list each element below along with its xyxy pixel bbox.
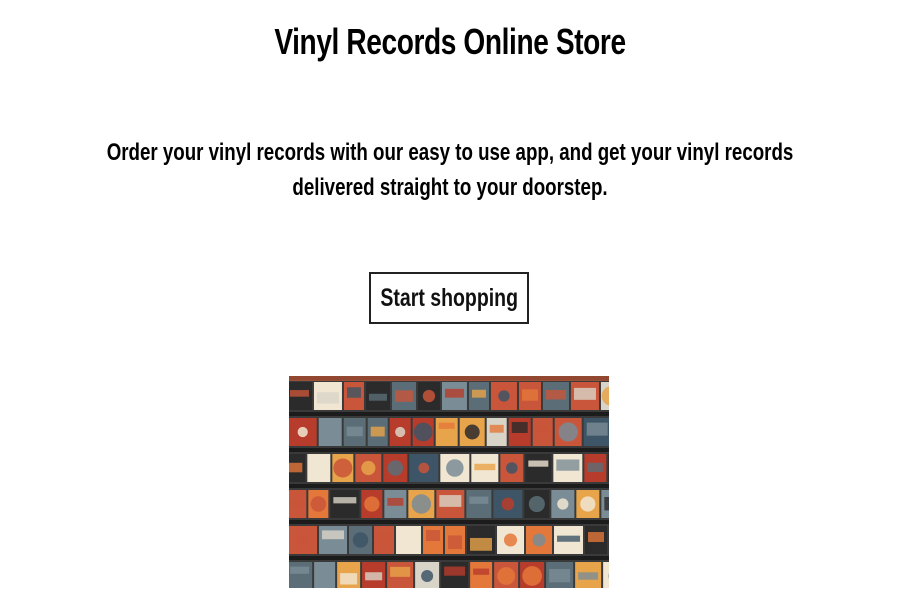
sleeve-art: [361, 460, 376, 476]
sleeve-art: [421, 569, 434, 583]
record-sleeve: [289, 562, 313, 588]
sleeve-art: [473, 568, 490, 575]
sleeve-art: [535, 425, 550, 432]
sleeve-art: [464, 424, 480, 440]
start-shopping-label: Start shopping: [380, 283, 518, 312]
sleeve-art: [439, 495, 462, 507]
sleeve-art: [322, 530, 345, 540]
record-sleeve: [319, 526, 348, 554]
sleeve-art: [289, 462, 303, 473]
sleeve-art: [365, 572, 383, 581]
record-store-photo: [289, 376, 609, 588]
sleeve-art: [522, 566, 542, 586]
sleeve-art: [333, 497, 357, 504]
sleeve-art: [556, 459, 580, 471]
sleeve-art: [588, 532, 605, 543]
sleeve-art: [321, 427, 339, 440]
record-shelves-illustration: [289, 376, 609, 588]
record-sleeve: [603, 562, 609, 588]
record-sleeve: [608, 454, 609, 482]
record-sleeve: [532, 418, 553, 446]
sleeve-art: [297, 534, 308, 546]
hero-tagline-line-1: Order your vinyl records with our easy t…: [106, 139, 794, 166]
sleeve-art: [411, 494, 432, 514]
sleeve-art: [532, 533, 546, 547]
sleeve-art: [297, 426, 308, 438]
sleeve-art: [370, 426, 385, 437]
sleeve-art: [387, 460, 404, 476]
sleeve-art: [506, 462, 518, 474]
hero-tagline-line-2: delivered straight to your doorstep.: [292, 174, 608, 201]
sleeve-art: [549, 569, 571, 583]
sleeve-art: [528, 460, 549, 467]
sleeve-art: [422, 389, 436, 403]
sleeve-art: [497, 567, 516, 585]
sleeve-art: [311, 460, 326, 476]
hero-tagline: Order your vinyl records with our easy t…: [99, 135, 801, 205]
sleeve-art: [310, 496, 327, 512]
sleeve-art: [346, 426, 363, 437]
sleeve-art: [580, 496, 596, 512]
sleeve-art: [578, 572, 599, 580]
sleeve-art: [511, 422, 528, 433]
sleeve-art: [474, 463, 496, 471]
sleeve-art: [346, 387, 361, 398]
sleeve-art: [368, 393, 387, 401]
sleeve-art: [604, 497, 609, 511]
sleeve-art: [444, 566, 466, 576]
sleeve-art: [503, 533, 518, 547]
record-sleeve: [525, 454, 552, 482]
sleeve-art: [333, 458, 353, 478]
record-sleeve: [435, 418, 458, 446]
sleeve-art: [289, 390, 309, 397]
sleeve-art: [352, 532, 369, 548]
sleeve-art: [289, 498, 304, 507]
sleeve-art: [340, 573, 358, 585]
sleeve-art: [364, 496, 380, 512]
sleeve-art: [470, 537, 493, 551]
record-sleeve: [470, 562, 493, 588]
sleeve-art: [395, 426, 406, 438]
sleeve-art: [317, 566, 333, 577]
sleeve-art: [557, 535, 581, 542]
sleeve-art: [471, 389, 486, 398]
sleeve-art: [377, 532, 392, 541]
sleeve-art: [469, 496, 489, 504]
sleeve-art: [586, 422, 608, 436]
record-sleeve: [466, 490, 492, 518]
sleeve-art: [413, 422, 433, 442]
sleeve-art: [394, 390, 413, 402]
start-shopping-button[interactable]: Start shopping: [369, 272, 529, 324]
sleeve-art: [573, 387, 596, 400]
record-sleeve: [330, 490, 360, 518]
sleeve-art: [521, 389, 538, 401]
sleeve-art: [489, 424, 504, 433]
sleeve-art: [316, 392, 339, 404]
sleeve-art: [444, 388, 464, 398]
sleeve-art: [501, 497, 515, 511]
sleeve-art: [399, 535, 419, 546]
sleeve-art: [290, 566, 310, 574]
sleeve-art: [426, 530, 441, 541]
sleeve-art: [448, 535, 463, 550]
sleeve-art: [557, 498, 569, 510]
sleeve-art: [545, 389, 566, 400]
page-title: Vinyl Records Online Store: [274, 21, 626, 62]
sleeve-art: [387, 497, 404, 506]
sleeve-art: [587, 462, 604, 472]
sleeve-art: [438, 422, 455, 429]
sleeve-art: [418, 462, 430, 474]
sleeve-art: [498, 390, 510, 402]
sleeve-art: [446, 459, 464, 477]
sleeve-art: [528, 495, 545, 513]
sleeve-art: [558, 422, 578, 442]
sleeve-art: [390, 566, 411, 577]
